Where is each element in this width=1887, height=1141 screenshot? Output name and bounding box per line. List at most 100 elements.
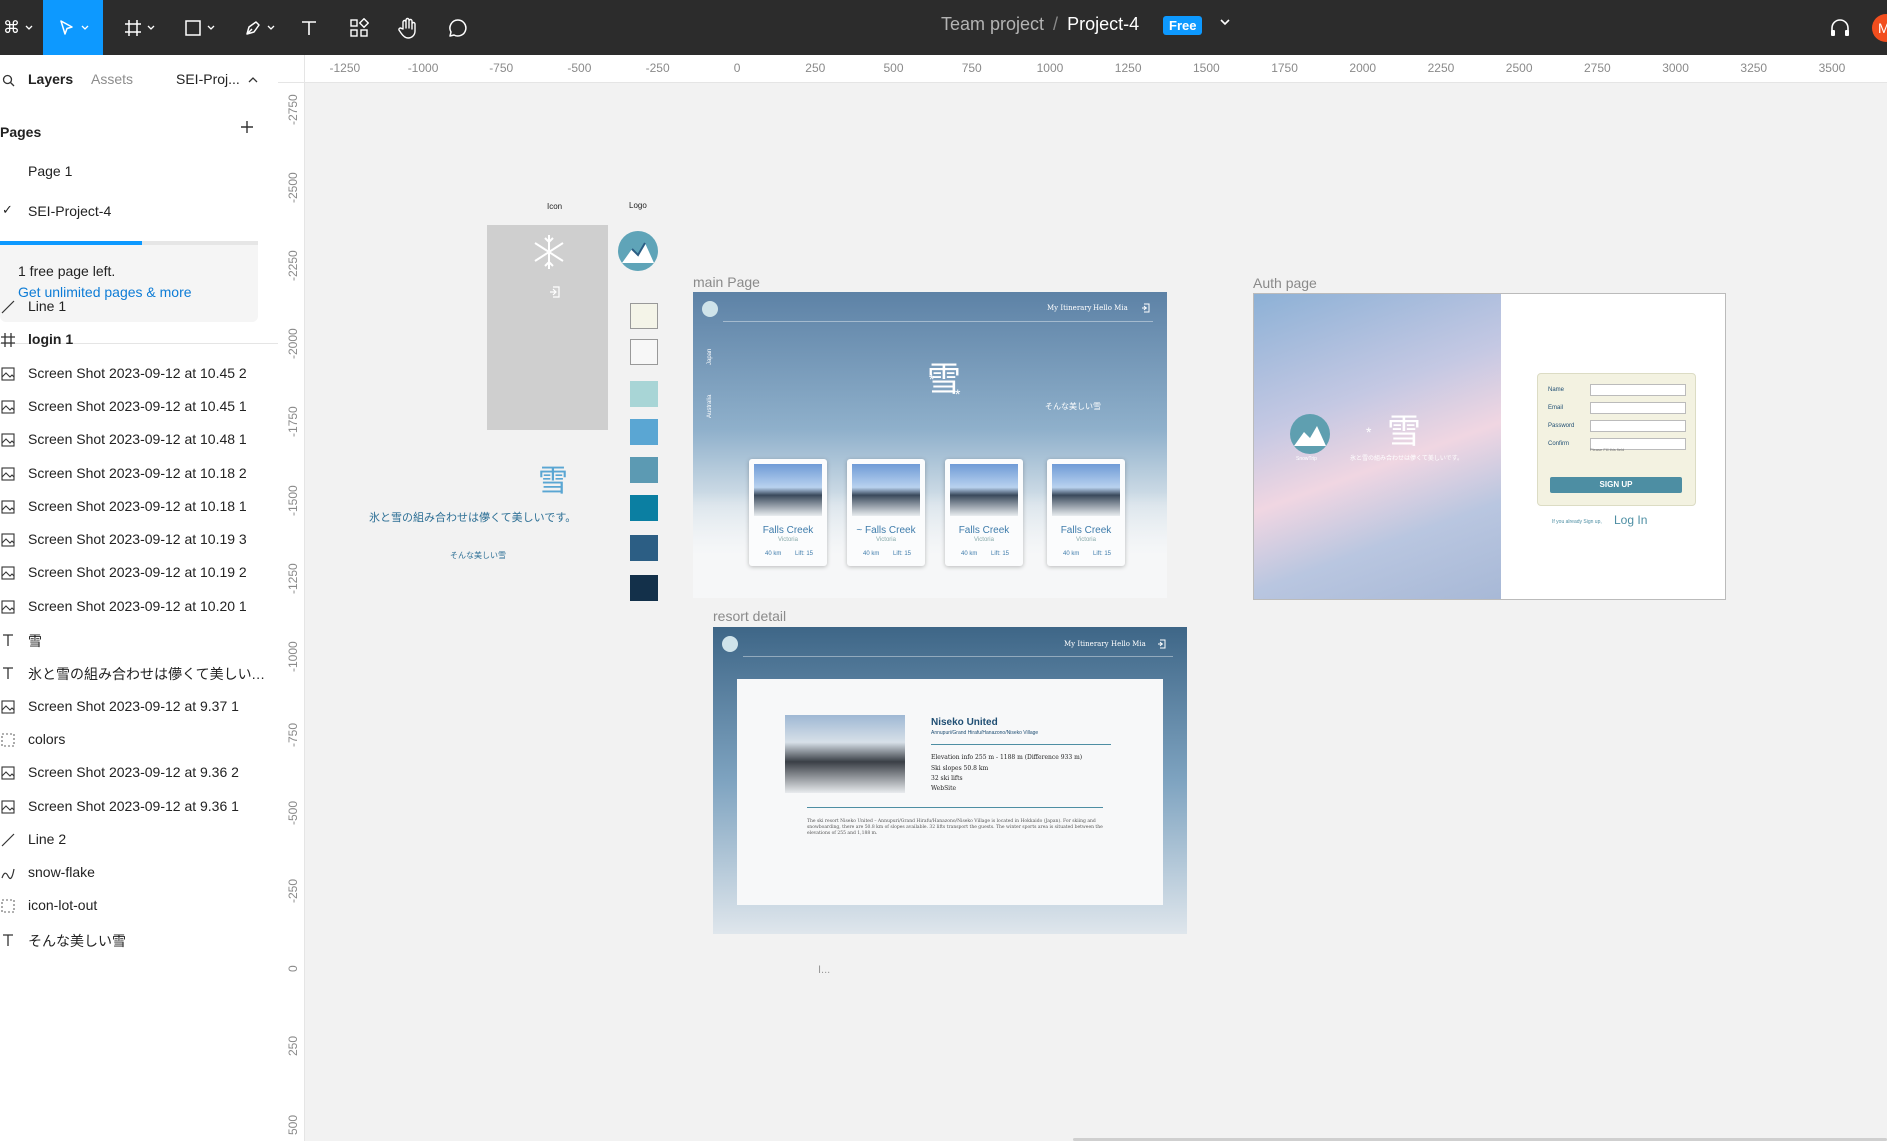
main-menu-button[interactable]: ⌘ [0,0,36,55]
logout-icon[interactable] [1141,303,1150,313]
layer-item[interactable]: Screen Shot 2023-09-12 at 9.36 2 [0,763,270,783]
pen-tool-button[interactable] [234,0,284,55]
layer-item[interactable]: Screen Shot 2023-09-12 at 10.45 1 [0,397,270,417]
layer-item[interactable]: icon-lot-out [0,896,270,916]
resort-card-name: Falls Creek [958,525,1010,536]
color-swatch[interactable] [630,303,658,329]
icon-frame[interactable] [487,225,608,430]
chevron-up-icon[interactable] [248,76,258,83]
snowflake-icon: * [1366,424,1372,440]
resort-detail-frame[interactable]: My Itinerary Hello Mia Niseko United Ann… [713,627,1187,934]
color-swatch[interactable] [630,495,658,521]
color-swatch[interactable] [630,575,658,601]
text-tool-button[interactable] [294,0,324,55]
image-icon [0,532,16,548]
snowflake-icon: * [955,386,961,402]
subtagline-text[interactable]: そんな美しい雪 [450,550,506,561]
side-tab-japan[interactable]: Japan [707,349,713,365]
image-icon [0,432,16,448]
layer-item[interactable]: Screen Shot 2023-09-12 at 10.18 2 [0,464,270,484]
tagline-text[interactable]: 氷と雪の組み合わせは儚くて美しいです。 [369,509,576,525]
layer-item[interactable]: Screen Shot 2023-09-12 at 9.37 1 [0,697,270,717]
tab-layers[interactable]: Layers [28,71,73,87]
layer-item[interactable]: 雪 [0,630,270,650]
color-swatch[interactable] [630,419,658,445]
layer-item[interactable]: 氷と雪の組み合わせは儚くて美しいです。 [0,663,270,683]
move-tool-button[interactable] [43,0,103,55]
layer-label: colors [28,730,66,747]
frame-label-resort-detail[interactable]: resort detail [713,608,786,624]
audio-button[interactable] [1825,0,1855,55]
signup-form: Name Email Password Confirm Please Fill thi… [1537,373,1696,506]
team-name[interactable]: Team project [941,14,1044,34]
main-page-frame[interactable]: My Itinerary Hello Mia Japan Australia 雪… [693,292,1167,598]
login-link[interactable]: Log In [1614,513,1647,527]
color-swatch[interactable] [630,381,658,407]
form-field-input[interactable] [1590,384,1686,396]
frame-tool-button[interactable] [114,0,164,55]
layer-item[interactable]: snow-flake [0,863,270,883]
auth-page-frame[interactable]: SnowTrip 雪 * 氷と雪の組み合わせは儚くて美しいです。 Name Ema… [1253,293,1726,600]
resort-card-name: Falls Creek [762,525,814,536]
text-icon [0,665,16,681]
layer-item[interactable]: Screen Shot 2023-09-12 at 10.19 2 [0,563,270,583]
form-field-input[interactable] [1590,420,1686,432]
comment-tool-button[interactable] [443,0,473,55]
rectangle-icon [184,19,201,36]
color-swatch[interactable] [630,457,658,483]
frame-label-main-page[interactable]: main Page [693,274,760,290]
resort-card[interactable]: ~ Falls Creek Victoria 40 km Lift: 15 [847,459,925,566]
resort-card[interactable]: Falls Creek Victoria 40 km Lift: 15 [749,459,827,566]
shape-tool-button[interactable] [174,0,224,55]
canvas[interactable]: Icon Logo 雪 氷と雪の組み合わせは儚くて美しいです。 そんな美しい雪 … [305,83,1887,1141]
file-title[interactable]: Team project / Project-4 [941,14,1139,35]
color-swatch[interactable] [630,339,658,365]
layer-item[interactable]: Screen Shot 2023-09-12 at 10.18 1 [0,497,270,517]
logo-mountain-icon [1290,414,1330,454]
layer-item[interactable]: Line 2 [0,830,270,850]
page-switcher[interactable]: SEI-Proj... [176,71,240,87]
resort-card[interactable]: Falls Creek Victoria 40 km Lift: 15 [1047,459,1125,566]
ruler-tick-label: 500 [883,61,904,75]
chevron-down-icon[interactable] [1219,18,1231,26]
layer-item[interactable]: login 1 [0,330,270,350]
avatar[interactable]: M [1872,14,1887,42]
resources-tool-button[interactable] [344,0,374,55]
layer-item[interactable]: そんな美しい雪 [0,930,270,950]
nav-itinerary-link[interactable]: My Itinerary [1064,640,1109,648]
plan-badge[interactable]: Free [1163,16,1203,35]
layer-item[interactable]: Screen Shot 2023-09-12 at 10.20 1 [0,597,270,617]
logo-mountain[interactable] [618,231,658,271]
page-item-sei-project-4[interactable]: SEI-Project-4 [28,203,111,219]
frame-label-auth-page[interactable]: Auth page [1253,275,1317,291]
line-icon [0,299,16,315]
form-field-input[interactable] [1590,402,1686,414]
project-name[interactable]: Project-4 [1067,14,1139,34]
layer-item[interactable]: Screen Shot 2023-09-12 at 10.19 3 [0,530,270,550]
color-swatch[interactable] [630,535,658,561]
add-page-icon[interactable] [239,119,255,135]
layer-item[interactable]: Line 1 [0,297,270,317]
layer-item[interactable]: Screen Shot 2023-09-12 at 10.48 1 [0,430,270,450]
layer-item[interactable]: colors [0,730,270,750]
logout-icon[interactable] [1157,639,1166,649]
image-icon [0,699,16,715]
layer-item[interactable]: Screen Shot 2023-09-12 at 9.36 1 [0,797,270,817]
side-tab-australia[interactable]: Australia [707,395,713,418]
signup-button[interactable]: SIGN UP [1550,477,1682,493]
layer-label: 雪 [28,633,42,649]
nav-itinerary-link[interactable]: My Itinerary [1047,304,1092,312]
hand-tool-button[interactable] [393,0,423,55]
resort-card[interactable]: Falls Creek Victoria 40 km Lift: 15 [945,459,1023,566]
stray-text[interactable]: I... [818,964,830,976]
layer-item[interactable]: Screen Shot 2023-09-12 at 10.45 2 [0,364,270,384]
frame-icon [124,19,141,36]
layer-label: Screen Shot 2023-09-12 at 10.48 1 [28,431,247,448]
tab-assets[interactable]: Assets [91,71,133,87]
kanji-text[interactable]: 雪 [538,456,568,500]
layer-label: Screen Shot 2023-09-12 at 10.20 1 [28,597,247,614]
search-icon[interactable] [2,74,15,87]
page-item-page-1[interactable]: Page 1 [28,163,72,179]
ruler-tick-label: -1500 [286,484,300,516]
website-link[interactable]: WebSite [931,785,956,792]
